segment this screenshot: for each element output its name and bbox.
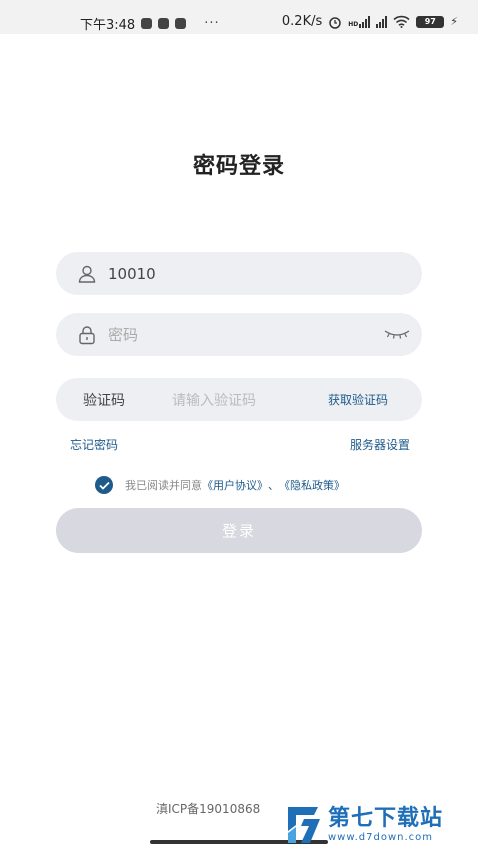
code-placeholder: 请输入验证码 <box>172 392 256 409</box>
server-settings-link[interactable]: 服务器设置 <box>350 436 410 453</box>
watermark-url: www.d7down.com <box>328 831 434 843</box>
notification-icon <box>175 18 187 29</box>
status-time: 下午3:48 <box>80 18 136 33</box>
code-label: 验证码 <box>83 392 125 409</box>
eye-closed-icon[interactable] <box>384 327 410 341</box>
privacy-policy-link[interactable]: 《隐私政策》 <box>279 477 345 493</box>
hd-label: HD <box>348 20 359 28</box>
agreement-row: 我已阅读并同意 《用户协议》 、 《隐私政策》 <box>95 476 345 494</box>
alarm-icon <box>329 16 341 29</box>
password-field[interactable]: 密码 <box>56 313 422 356</box>
wifi-icon <box>393 15 410 28</box>
signal-icon <box>359 15 371 28</box>
net-speed: 0.2K/s <box>281 14 323 29</box>
get-code-button[interactable]: 获取验证码 <box>328 391 388 408</box>
icp-record: 滇ICP备19010868 <box>156 802 261 816</box>
signal-icon <box>376 15 388 28</box>
status-left: 下午3:48 ··· <box>80 14 220 33</box>
verification-code-field[interactable]: 验证码 请输入验证码 获取验证码 <box>56 378 422 421</box>
watermark: 第七下载站 www.d7down.com <box>284 800 474 848</box>
checkmark-icon <box>98 481 110 490</box>
username-field[interactable]: 10010 <box>56 252 422 295</box>
notification-icon <box>158 18 170 29</box>
notification-icon <box>141 18 153 29</box>
status-right: 0.2K/s HD 97 ⚡ <box>282 14 458 29</box>
lock-icon <box>76 324 98 346</box>
login-button[interactable]: 登录 <box>56 508 422 553</box>
agreement-separator: 、 <box>268 479 279 492</box>
user-agreement-link[interactable]: 《用户协议》 <box>202 477 268 493</box>
agreement-text: 我已阅读并同意 <box>125 479 202 492</box>
watermark-logo-icon <box>288 807 320 843</box>
status-bar: 下午3:48 ··· 0.2K/s HD 97 ⚡ <box>0 0 478 34</box>
watermark-title: 第七下载站 <box>328 805 444 831</box>
username-value: 10010 <box>108 264 156 283</box>
user-icon <box>76 263 98 285</box>
more-notifications-icon: ··· <box>204 16 220 31</box>
battery-icon: 97 <box>416 15 445 28</box>
agreement-checkbox[interactable] <box>95 476 113 494</box>
charging-icon: ⚡ <box>450 15 458 28</box>
password-placeholder: 密码 <box>108 326 139 344</box>
page-title: 密码登录 <box>192 154 285 179</box>
forgot-password-link[interactable]: 忘记密码 <box>70 436 118 453</box>
